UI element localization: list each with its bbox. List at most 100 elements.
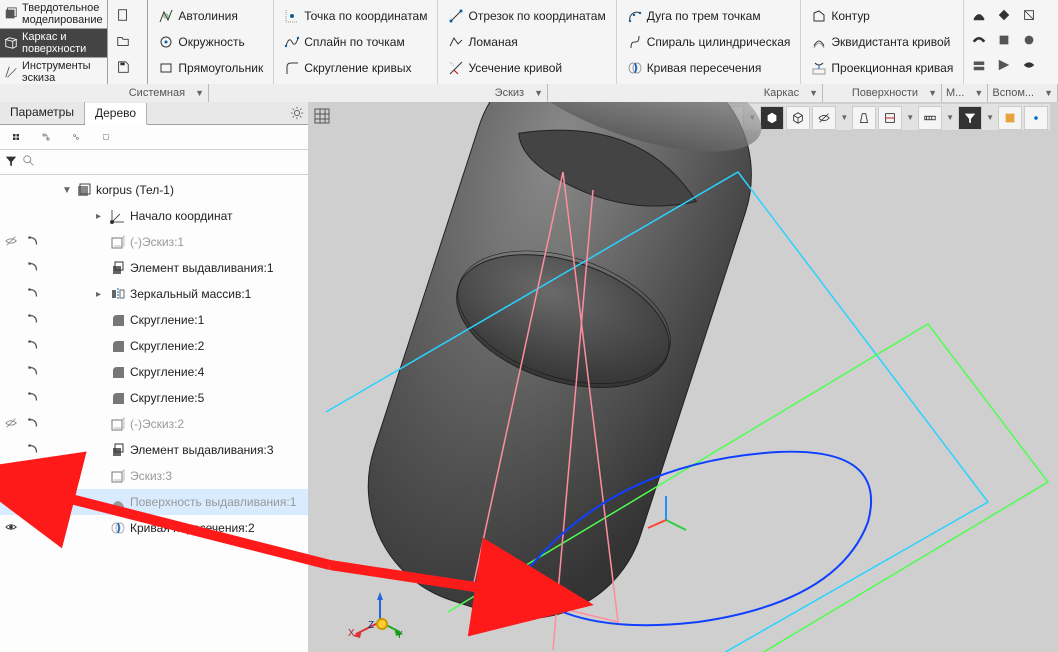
rect-button[interactable]: Прямоугольник (154, 56, 267, 80)
include-icon[interactable] (26, 468, 40, 485)
include-icon[interactable] (26, 364, 40, 381)
surf-icon-4[interactable] (968, 29, 990, 51)
tree-item-mirror1[interactable]: ▸ Зеркальный массив:1 (0, 281, 308, 307)
tree-item-intcurve2[interactable]: Кривая пересечения:2 (0, 515, 308, 541)
tree-item-fil1[interactable]: Скругление:1 (0, 307, 308, 333)
include-icon[interactable] (26, 312, 40, 329)
visibility-off-icon[interactable] (4, 494, 18, 511)
expand-icon[interactable]: ▸ (96, 211, 106, 222)
axis-x-label: X (348, 628, 355, 639)
include-icon[interactable] (26, 390, 40, 407)
surf-icon-1[interactable] (968, 4, 990, 26)
tree-item-label: Скругление:2 (130, 339, 204, 353)
strip-system[interactable]: Системная▼ (0, 84, 209, 102)
ribbon-label: Сплайн по точкам (304, 35, 404, 49)
tree-item-extr1[interactable]: Элемент выдавливания:1 (0, 255, 308, 281)
ws-tab-solid[interactable]: Твердотельное моделирование (0, 0, 107, 29)
surf-icon-5[interactable] (993, 29, 1015, 51)
strip-frame[interactable]: Каркас▼ (548, 84, 823, 102)
search-input[interactable] (40, 154, 304, 170)
tree-root[interactable]: ▼ korpus (Тел-1) (0, 177, 308, 203)
surf-icon-6[interactable] (1018, 29, 1040, 51)
intersection-curve-button[interactable]: Кривая пересечения (623, 56, 795, 80)
tree-select-button[interactable] (96, 127, 116, 147)
strip-m[interactable]: М...▼ (942, 84, 988, 102)
offset-curve-button[interactable]: Эквидистанта кривой (807, 30, 957, 54)
quick-toolbar (108, 0, 149, 84)
extrude-icon (110, 442, 126, 458)
tree-item-sk1[interactable]: (-)Эскиз:1 (0, 229, 308, 255)
tree-item-origin[interactable]: ▸Начало координат (0, 203, 308, 229)
category-strip: Системная▼ Эскиз▼ Каркас▼ Поверхности▼ М… (0, 84, 1058, 103)
filter-icon[interactable] (4, 154, 18, 171)
tab-tree[interactable]: Дерево (85, 103, 147, 125)
tree-item-fil5[interactable]: Скругление:5 (0, 385, 308, 411)
segment-coords-button[interactable]: Отрезок по координатам (444, 4, 609, 28)
panel-settings-button[interactable] (286, 102, 308, 124)
tree-relation-button[interactable] (66, 127, 86, 147)
ws-tab-label: Инструменты эскиза (22, 60, 103, 84)
viewport[interactable]: ▼ ▼ ▼ ▼ ▼ ▼ ▼ (308, 102, 1058, 652)
tree-item-label: Скругление:1 (130, 313, 204, 327)
ribbon-extra-icons (964, 0, 1058, 84)
point-icon (284, 8, 300, 24)
new-button[interactable] (112, 4, 134, 26)
axis-y-label: Y (396, 630, 403, 641)
visibility-off-icon[interactable] (4, 416, 18, 433)
ws-tab-wireframe[interactable]: Каркас и поверхности (0, 29, 107, 58)
panel-tabs: Параметры Дерево (0, 102, 308, 125)
fillet-icon (110, 390, 126, 406)
ribbon-label: Эквидистанта кривой (831, 35, 950, 49)
spline-button[interactable]: Сплайн по точкам (280, 30, 431, 54)
open-button[interactable] (112, 30, 134, 52)
tree-item-sk3[interactable]: Эскиз:3 (0, 463, 308, 489)
tree-item-label: Эскиз:3 (130, 469, 172, 483)
contour-button[interactable]: Контур (807, 4, 957, 28)
tree-item-label: Зеркальный массив:1 (130, 287, 251, 301)
part-icon (76, 182, 92, 198)
expand-icon[interactable]: ▸ (96, 289, 106, 300)
model-view (308, 102, 1058, 652)
circle-button[interactable]: Окружность (154, 30, 267, 54)
collapse-icon[interactable]: ▼ (62, 185, 72, 196)
point-coords-button[interactable]: Точка по координатам (280, 4, 431, 28)
tab-params[interactable]: Параметры (0, 102, 85, 124)
strip-vspom[interactable]: Вспом...▼ (988, 84, 1058, 102)
tree-item-sk2[interactable]: (-)Эскиз:2 (0, 411, 308, 437)
chevron-down-icon: ▼ (1044, 88, 1053, 98)
ws-tab-label: Каркас и поверхности (22, 31, 103, 55)
include-icon[interactable] (26, 442, 40, 459)
surf-icon-3[interactable] (1018, 4, 1040, 26)
ribbon-label: Ломаная (468, 35, 517, 49)
curve-icon (110, 520, 126, 536)
tree-item-fil4[interactable]: Скругление:4 (0, 359, 308, 385)
include-icon[interactable] (26, 338, 40, 355)
include-icon[interactable] (26, 286, 40, 303)
project-curve-button[interactable]: Проекционная кривая (807, 56, 957, 80)
surf-icon-2[interactable] (993, 4, 1015, 26)
autoline-button[interactable]: Автолиния (154, 4, 267, 28)
tree-item-label: (-)Эскиз:1 (130, 235, 184, 249)
surf-icon-9[interactable] (1018, 54, 1040, 76)
tree-display-button[interactable] (6, 127, 26, 147)
surf-icon-8[interactable] (993, 54, 1015, 76)
include-icon[interactable] (26, 234, 40, 251)
strip-sketch[interactable]: Эскиз▼ (209, 84, 548, 102)
arc3pt-button[interactable]: Дуга по трем точкам (623, 4, 795, 28)
surf-icon-7[interactable] (968, 54, 990, 76)
tree-struct-button[interactable] (36, 127, 56, 147)
curve-fillet-button[interactable]: Скругление кривых (280, 56, 431, 80)
spiral-button[interactable]: Спираль цилиндрическая (623, 30, 795, 54)
visibility-off-icon[interactable] (4, 234, 18, 251)
tree-item-label: (-)Эскиз:2 (130, 417, 184, 431)
include-icon[interactable] (26, 416, 40, 433)
strip-surfaces[interactable]: Поверхности▼ (823, 84, 942, 102)
polyline-button[interactable]: Ломаная (444, 30, 609, 54)
save-button[interactable] (112, 56, 134, 78)
tree-item-extr3[interactable]: Элемент выдавливания:3 (0, 437, 308, 463)
visibility-on-icon[interactable] (4, 520, 18, 537)
tree-item-fil2[interactable]: Скругление:2 (0, 333, 308, 359)
trim-button[interactable]: Усечение кривой (444, 56, 609, 80)
tree-item-surfextr1[interactable]: Поверхность выдавливания:1 (0, 489, 308, 515)
include-icon[interactable] (26, 260, 40, 277)
